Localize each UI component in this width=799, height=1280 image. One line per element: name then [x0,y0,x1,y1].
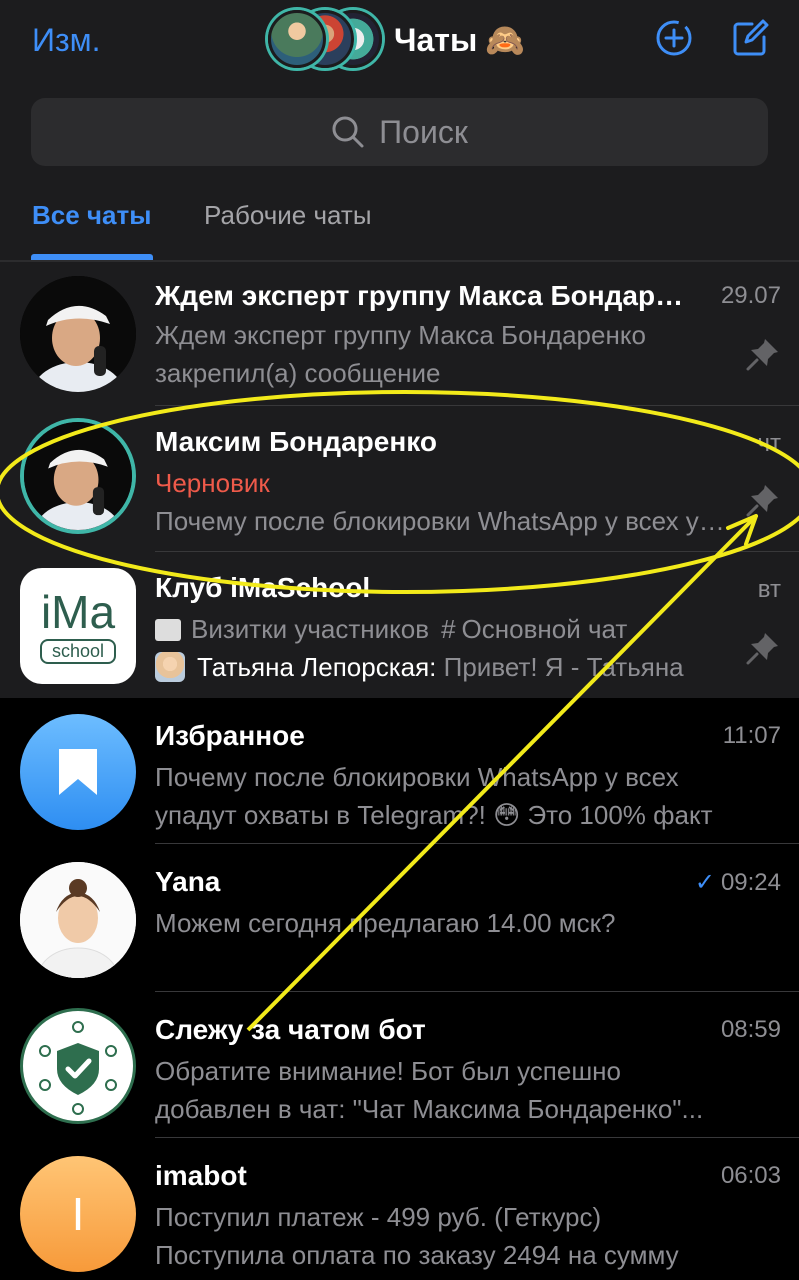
read-check-icon: ✓ [694,869,715,896]
chat-preview-line2: Татьяна Лепорская: Привет! Я - Татьяна [155,652,735,683]
chat-preview-line2: добавлен в чат: "Чат Максима Бондаренко"… [155,1094,704,1124]
chat-row[interactable]: iMa school Клуб iMaSchool вт Визитки уча… [0,552,799,698]
bookmark-icon [59,749,97,795]
topic-name: Основной чат [461,614,628,644]
message-text: Привет! Я - Татьяна [443,652,684,682]
avatar-logo-sub: school [39,638,117,664]
chat-title: Слежу за чатом бот [155,1014,426,1045]
chat-preview-line2: Поступила оплата по заказу 2494 на сумму [155,1240,679,1270]
avatar-letter: I [71,1188,85,1240]
story-avatar[interactable] [268,10,326,68]
chat-time: 08:59 [720,1016,781,1043]
avatar: iMa school [20,568,136,684]
chat-row[interactable]: Слежу за чатом бот 08:59 Обратите вниман… [0,992,799,1138]
avatar: I [20,1156,136,1272]
pin-icon [746,633,778,665]
search-field[interactable]: Поиск [31,98,768,166]
avatar [20,418,136,534]
chat-preview-line1: Ждем эксперт группу Макса Бондаренко [155,320,646,350]
search-placeholder: Поиск [379,113,468,150]
chat-row[interactable]: Ждем эксперт группу Макса Бондаренко 29.… [0,262,799,406]
chat-preview-line1: Можем сегодня предлагаю 14.00 мск? [155,908,616,938]
chat-row[interactable]: I imabot 06:03 Поступил платеж - 499 руб… [0,1138,799,1280]
page-title: Чаты [394,21,478,58]
pin-icon [746,339,778,371]
chat-row[interactable]: Максим Бондаренко чт Черновик Почему пос… [0,406,799,552]
chat-time: 29.07 [720,282,781,309]
edit-button[interactable]: Изм. [32,22,101,59]
chat-time-value: 09:24 [720,869,781,896]
avatar [20,1008,136,1124]
chat-title: Избранное [155,720,305,751]
topic-name: Визитки участников [191,614,430,644]
chat-row[interactable]: Yana ✓ 09:24 Можем сегодня предлагаю 14.0… [0,844,799,992]
chat-row[interactable]: Избранное 11:07 Почему после блокировки … [0,698,799,844]
chat-preview-line1: Обратите внимание! Бот был успешно [155,1056,621,1086]
sender-name: Татьяна Лепорская: [197,652,437,682]
compose-icon[interactable] [730,18,770,58]
header-title-group[interactable]: Чаты 🙈 [268,8,525,72]
search-icon [332,116,364,148]
chat-time: ✓ 09:24 [695,868,781,897]
avatar-logo-text: iMa [40,585,116,638]
avatar [20,714,136,830]
avatar [20,276,136,392]
chat-preview-line2: Почему после блокировки WhatsApp у всех … [155,506,735,536]
pin-icon [746,485,778,517]
navigation-header: Изм. Чаты 🙈 Поиск Все чаты Рабочие чаты [0,0,799,262]
chat-title: Yana [155,866,221,897]
chat-time: вт [757,576,781,603]
hash-icon: # [441,614,456,644]
avatar [20,862,136,978]
forum-topics: Визитки участников # Основной чат [155,614,735,645]
draft-label: Черновик [155,468,270,498]
topic-icon [155,619,181,641]
tab-all-chats[interactable]: Все чаты [32,200,151,231]
sender-avatar [155,652,185,682]
chat-preview-line1: Поступил платеж - 499 руб. (Геткурс) [155,1202,602,1232]
chat-time: чт [757,430,782,457]
chat-time: 11:07 [722,722,781,749]
chat-time: 06:03 [720,1162,781,1189]
new-story-icon[interactable] [654,18,694,58]
tab-work-chats[interactable]: Рабочие чаты [204,200,372,231]
chat-title: Ждем эксперт группу Макса Бондаренко [155,280,695,311]
story-avatars[interactable] [268,8,382,72]
chat-title: Клуб iMaSchool [155,572,371,603]
status-emoji[interactable]: 🙈 [485,21,525,59]
chat-title: imabot [155,1160,247,1191]
chat-preview-line2: упадут охваты в Telegram?! 😳 Это 100% фа… [155,800,713,830]
chat-preview-line2: закрепил(а) сообщение [155,358,441,388]
chat-title: Максим Бондаренко [155,426,437,457]
chat-preview-line1: Почему после блокировки WhatsApp у всех [155,762,679,792]
